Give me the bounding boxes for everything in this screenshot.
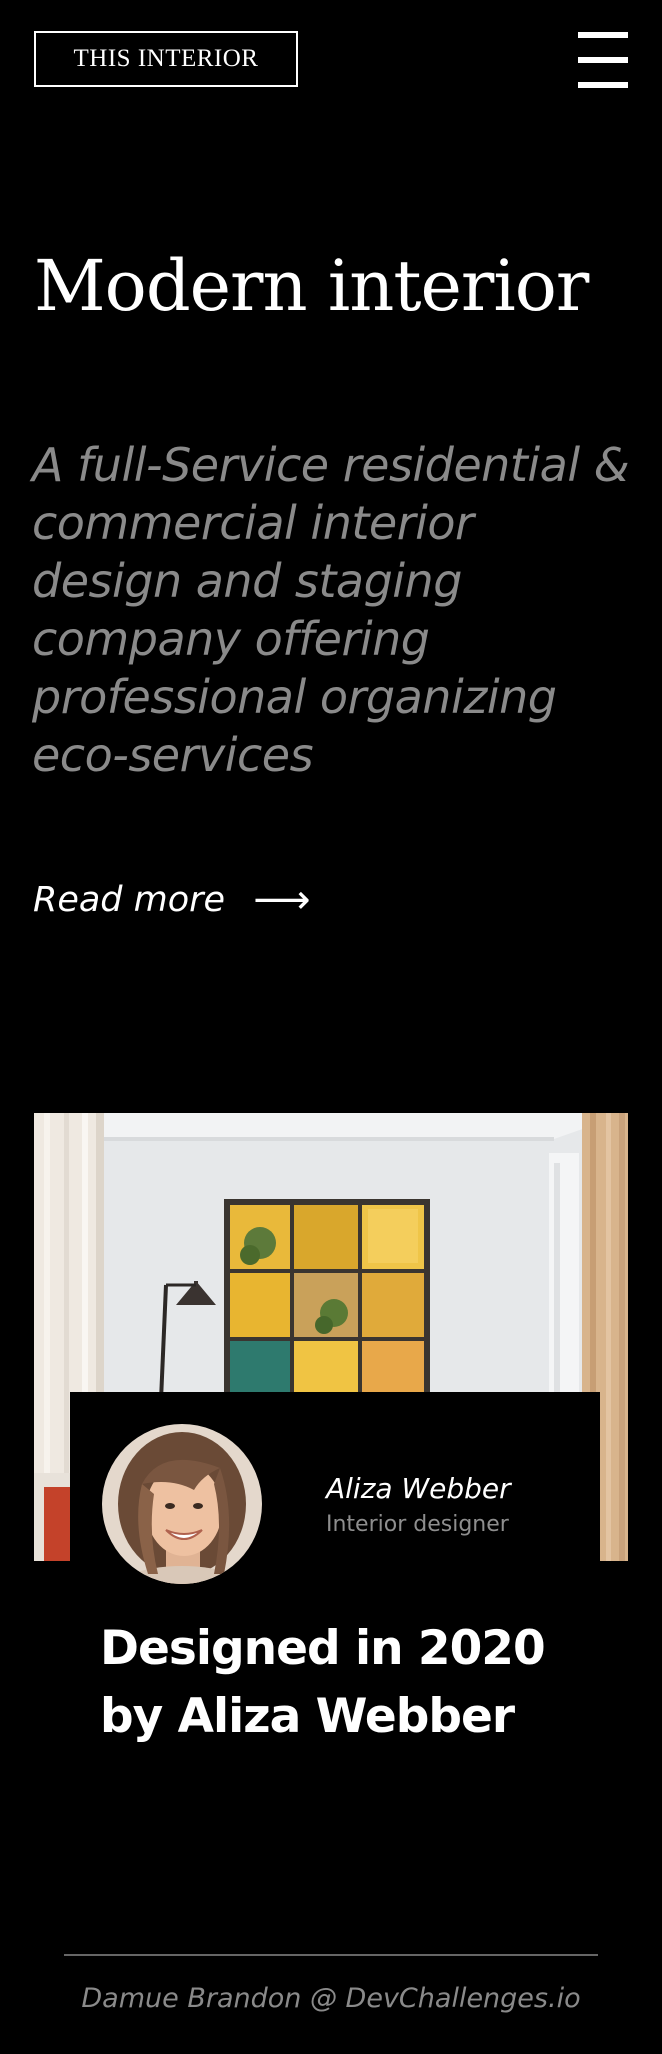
designer-role: Interior designer (326, 1512, 509, 1537)
avatar (102, 1424, 262, 1584)
designer-credit-card: Aliza Webber Interior designer (70, 1392, 600, 1584)
hamburger-menu-icon[interactable] (578, 32, 628, 88)
brand-name: THIS INTERIOR (73, 45, 259, 72)
footer-divider (64, 1954, 598, 1956)
read-more-label: Read more (33, 880, 226, 920)
footer-credit: Damue Brandon @ DevChallenges.io (81, 1983, 581, 2014)
arrow-right-icon: ⟶ (253, 877, 311, 923)
read-more-link[interactable]: Read more ⟶ (33, 880, 310, 920)
menu-bar-middle (578, 57, 628, 63)
menu-bar-top (578, 32, 628, 38)
project-headline: Designed in 2020 by Aliza Webber (100, 1621, 546, 1744)
designer-name: Aliza Webber (326, 1472, 511, 1505)
hero-description: A full-Service residential & commercial … (32, 438, 630, 782)
menu-bar-bottom (578, 82, 628, 88)
brand-logo[interactable]: THIS INTERIOR (34, 31, 298, 87)
hero-title: Modern interior (34, 245, 589, 327)
